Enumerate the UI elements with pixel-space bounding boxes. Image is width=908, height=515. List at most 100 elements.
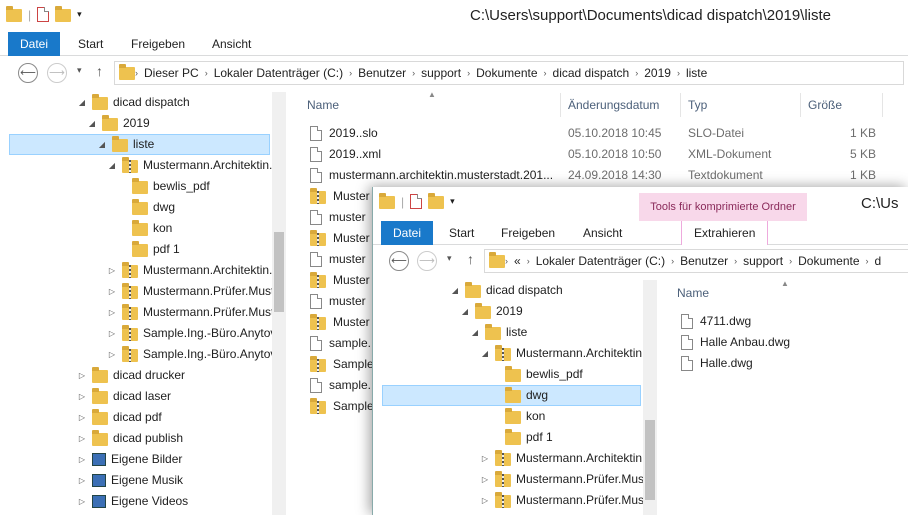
forward-button[interactable]: ⟶	[47, 63, 67, 83]
breadcrumb-item[interactable]: Lokaler Datenträger (C:)	[530, 254, 671, 268]
tree-expander-icon[interactable]: ▷	[479, 490, 491, 511]
tree-expander-icon[interactable]: ▷	[106, 260, 118, 281]
column-name[interactable]: Name	[307, 93, 339, 117]
column-date[interactable]: Änderungsdatum	[568, 93, 659, 117]
tree-item[interactable]: ▷ Mustermann.Prüfer.Must	[106, 302, 274, 323]
tree-item[interactable]: kon	[489, 406, 545, 427]
tree-expander-icon[interactable]: ◢	[449, 280, 461, 301]
breadcrumb-item[interactable]: support	[415, 66, 467, 80]
file-row[interactable]: Halle.dwg	[681, 353, 753, 374]
tree-item[interactable]: ▷ dicad publish	[76, 428, 183, 449]
forward-button[interactable]: ⟶	[417, 251, 437, 271]
tree-item[interactable]: ▷ dicad laser	[76, 386, 171, 407]
tree-item[interactable]: ◢ 2019	[459, 301, 523, 322]
breadcrumb-item[interactable]: Benutzer	[674, 254, 734, 268]
file-row[interactable]: muster	[310, 207, 366, 228]
new-folder-icon[interactable]	[55, 5, 72, 22]
tab-ansicht[interactable]: Ansicht	[200, 32, 263, 56]
up-button[interactable]: ↑	[96, 63, 103, 79]
tree-item[interactable]: pdf 1	[116, 239, 180, 260]
file-row[interactable]: 4711.dwg	[681, 311, 751, 332]
tree-item[interactable]: ▷ Mustermann.Architektin.	[479, 448, 645, 469]
file-row[interactable]: Sample.	[310, 396, 377, 417]
tree-expander-icon[interactable]: ▷	[76, 449, 88, 470]
tree-item[interactable]: bewlis_pdf	[489, 364, 583, 385]
breadcrumb-item[interactable]: liste	[680, 66, 713, 80]
tree-item[interactable]: ▷ Eigene Musik	[76, 470, 183, 491]
tree-expander-icon[interactable]: ◢	[106, 155, 118, 176]
file-row[interactable]: Muster	[310, 312, 370, 333]
breadcrumb-item[interactable]: Dieser PC	[138, 66, 205, 80]
file-row[interactable]: Sample.	[310, 354, 377, 375]
file-row[interactable]: mustermann.architektin.musterstadt.201..…	[310, 165, 553, 186]
tree-item[interactable]: ▷ Eigene Bilder	[76, 449, 182, 470]
tree-item[interactable]: ◢ liste	[469, 322, 527, 343]
tree-item[interactable]: ▷ Sample.Ing.-Büro.Anytov	[106, 344, 276, 365]
breadcrumb-item[interactable]: support	[737, 254, 789, 268]
customize-toolbar-icon[interactable]: ▾	[77, 9, 82, 20]
new-folder-icon[interactable]	[428, 192, 445, 209]
tab-datei[interactable]: Datei	[381, 221, 434, 245]
tree-expander-icon[interactable]: ▷	[106, 323, 118, 344]
tree-expander-icon[interactable]: ▷	[76, 365, 88, 386]
breadcrumb-item[interactable]: d	[869, 254, 888, 268]
tree-expander-icon[interactable]: ▷	[479, 469, 491, 490]
recent-locations-icon[interactable]: ▾	[447, 253, 452, 264]
tree-item[interactable]: pdf 1	[489, 427, 553, 448]
back-button[interactable]: ⟵	[389, 251, 409, 271]
tree-expander-icon[interactable]: ◢	[86, 113, 98, 134]
tree-expander-icon[interactable]: ▷	[76, 470, 88, 491]
tree-item[interactable]: dwg	[116, 197, 175, 218]
breadcrumb-item[interactable]: Dokumente	[792, 254, 865, 268]
tree-item[interactable]: ◢ dicad dispatch	[76, 92, 190, 113]
tree-item[interactable]: ▷ dicad drucker	[76, 365, 185, 386]
tab-ansicht[interactable]: Ansicht	[571, 221, 634, 245]
tree-item[interactable]: ◢ Mustermann.Architektin.	[106, 155, 272, 176]
scrollbar-thumb[interactable]	[645, 420, 655, 500]
breadcrumb-item[interactable]: 2019	[638, 66, 677, 80]
tree-item[interactable]: kon	[116, 218, 172, 239]
properties-icon[interactable]	[410, 194, 423, 209]
breadcrumb-item[interactable]: «	[508, 254, 527, 268]
tree-expander-icon[interactable]: ▷	[76, 428, 88, 449]
tree-expander-icon[interactable]: ▷	[106, 302, 118, 323]
tab-start[interactable]: Start	[437, 221, 486, 245]
tree-expander-icon[interactable]: ◢	[76, 92, 88, 113]
tab-freigeben[interactable]: Freigeben	[119, 32, 197, 56]
tree-expander-icon[interactable]: ▷	[76, 407, 88, 428]
tree-expander-icon[interactable]: ▷	[106, 281, 118, 302]
file-row[interactable]: Muster	[310, 228, 370, 249]
tree-item[interactable]: ▷ dicad pdf	[76, 407, 162, 428]
tree-expander-icon[interactable]: ◢	[479, 343, 491, 364]
tree-expander-icon[interactable]: ▷	[106, 344, 118, 365]
tab-freigeben[interactable]: Freigeben	[489, 221, 567, 245]
tab-datei[interactable]: Datei	[8, 32, 61, 56]
file-row[interactable]: sample.	[310, 375, 371, 396]
address-breadcrumb[interactable]: › Dieser PC › Lokaler Datenträger (C:) ›…	[114, 61, 904, 85]
breadcrumb-item[interactable]: Lokaler Datenträger (C:)	[208, 66, 349, 80]
tree-item[interactable]: ▷ Mustermann.Prüfer.Must	[479, 469, 647, 490]
file-row[interactable]: 2019..xml	[310, 144, 381, 165]
tree-expander-icon[interactable]: ▷	[76, 491, 88, 512]
tree-item[interactable]: ▷ Mustermann.Architektin.	[106, 260, 272, 281]
tree-item[interactable]: ▷ Sample.Ing.-Büro.Anytov	[106, 323, 276, 344]
file-row[interactable]: muster	[310, 249, 366, 270]
navigation-scrollbar[interactable]	[272, 92, 286, 515]
column-name[interactable]: Name	[677, 281, 709, 305]
address-breadcrumb[interactable]: › « › Lokaler Datenträger (C:) › Benutze…	[484, 249, 908, 273]
file-row[interactable]: sample.	[310, 333, 371, 354]
tree-item[interactable]: ◢ 2019	[86, 113, 150, 134]
tab-start[interactable]: Start	[66, 32, 115, 56]
scrollbar-thumb[interactable]	[274, 232, 284, 312]
tree-expander-icon[interactable]: ▷	[479, 448, 491, 469]
customize-toolbar-icon[interactable]: ▾	[450, 196, 455, 207]
column-type[interactable]: Typ	[688, 93, 707, 117]
title-bar[interactable]: | ▾ C:\Users\support\Documents\dicad dis…	[0, 0, 908, 33]
breadcrumb-item[interactable]: dicad dispatch	[547, 66, 636, 80]
file-row[interactable]: muster	[310, 291, 366, 312]
back-button[interactable]: ⟵	[18, 63, 38, 83]
file-row[interactable]: Halle Anbau.dwg	[681, 332, 790, 353]
tree-item[interactable]: dwg	[382, 385, 641, 406]
tree-expander-icon[interactable]: ◢	[96, 134, 108, 155]
up-button[interactable]: ↑	[467, 251, 474, 267]
